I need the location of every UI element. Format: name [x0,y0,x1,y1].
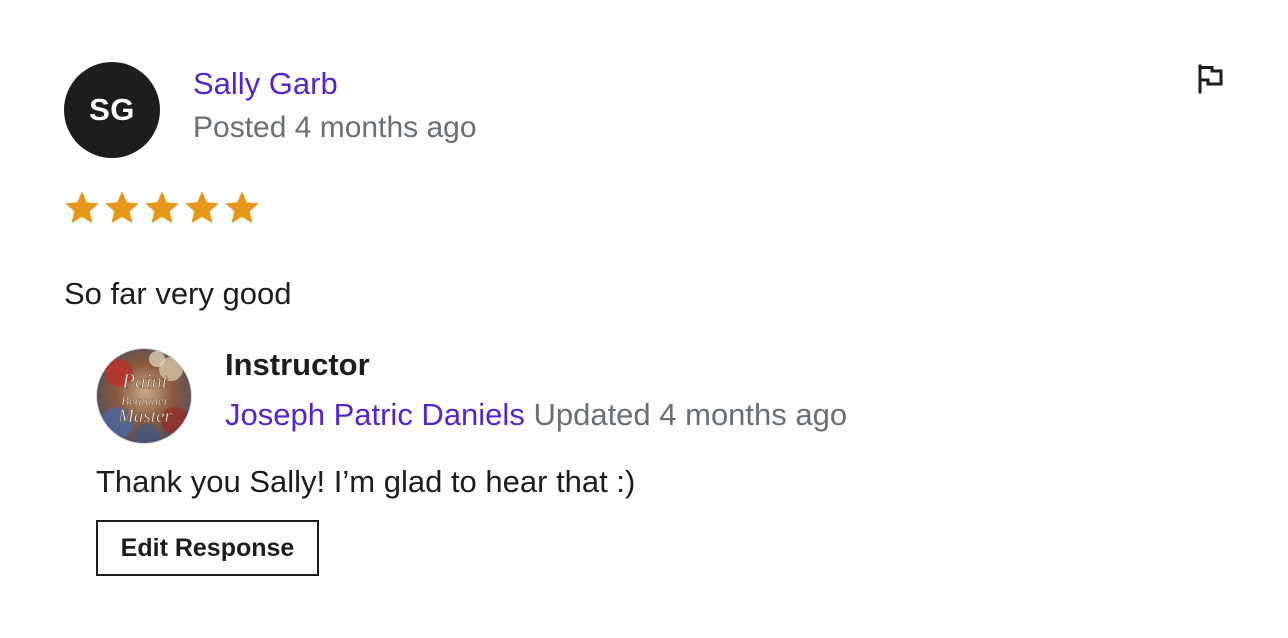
logo-text-master: Master [117,406,172,427]
instructor-logo-image: Paint Beginner Master [97,349,191,443]
instructor-avatar: Paint Beginner Master [96,348,192,444]
star-icon [185,192,219,223]
star-icon [225,192,259,223]
star-icon [105,192,139,223]
reviewer-avatar: SG [64,62,160,158]
instructor-response-text: Thank you Sally! I’m glad to hear that :… [96,464,636,499]
flag-icon [1198,64,1223,94]
avatar-initials: SG [89,92,135,127]
posted-time: Posted 4 months ago [193,111,477,144]
instructor-meta: Joseph Patric Daniels Updated 4 months a… [225,397,847,433]
report-flag-button[interactable] [1194,62,1226,96]
review-comment: So far very good [64,276,292,311]
star-icon [145,192,179,223]
star-icon [65,192,99,223]
instructor-name-link[interactable]: Joseph Patric Daniels [225,397,525,432]
review-card: SG Sally Garb Posted 4 months ago So far… [0,0,1288,638]
edit-response-button[interactable]: Edit Response [96,520,319,576]
instructor-label: Instructor [225,347,370,382]
reviewer-name-link[interactable]: Sally Garb [193,66,338,102]
logo-text-paint: Paint [121,369,169,393]
updated-time: Updated 4 months ago [533,397,848,432]
star-rating [64,190,260,226]
